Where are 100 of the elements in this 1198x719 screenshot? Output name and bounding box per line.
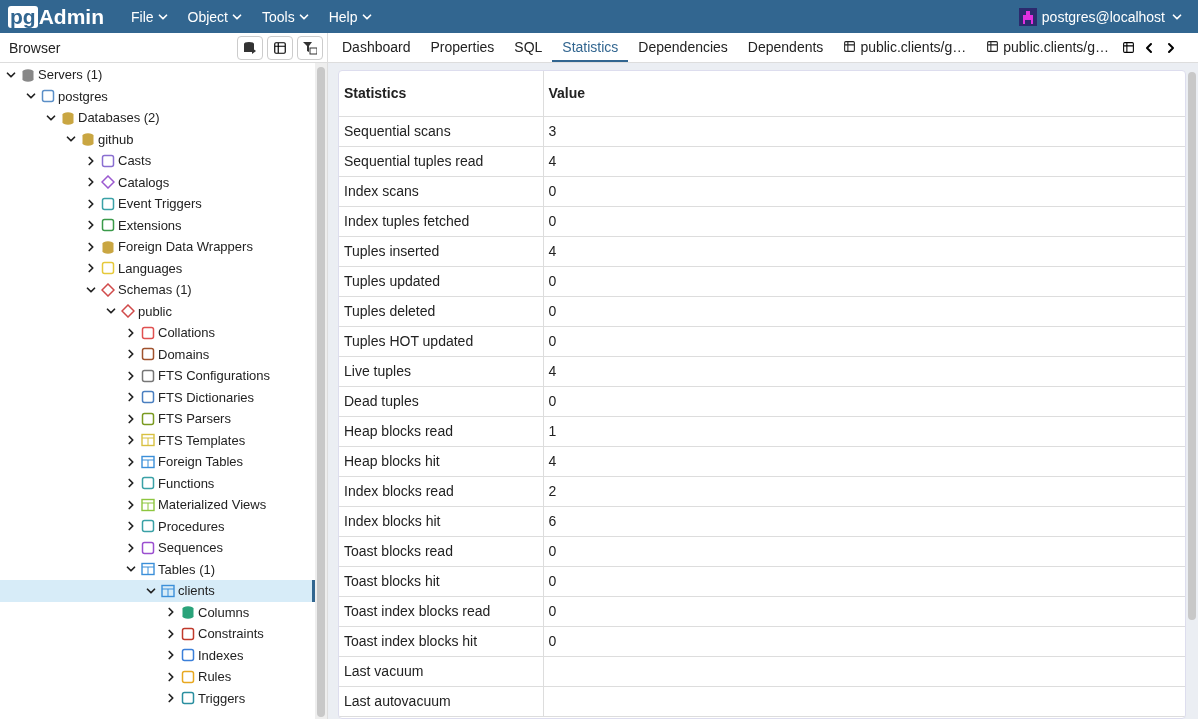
table-cell: 0 [543, 176, 1185, 206]
table-cell: Tuples updated [339, 266, 543, 296]
tab[interactable]: Dependents [737, 33, 834, 62]
table-icon [273, 40, 287, 55]
query-tool-button[interactable] [237, 35, 263, 60]
table-cell: 0 [543, 536, 1185, 566]
table-cell: Last vacuum [339, 656, 543, 686]
table-cell: Index tuples fetched [339, 206, 543, 236]
table-icon [161, 583, 175, 598]
database-icon [61, 110, 75, 125]
table-cell: Toast blocks hit [339, 566, 543, 596]
tab[interactable]: SQL [504, 33, 553, 62]
table-cell: Sequential tuples read [339, 146, 543, 176]
table-cell: Toast index blocks hit [339, 626, 543, 656]
tree-item[interactable]: Event Triggers [0, 193, 315, 215]
filter-icon [303, 40, 317, 55]
servers-icon [21, 67, 35, 82]
table-cell: 0 [543, 566, 1185, 596]
schema-icon [121, 304, 135, 319]
table-cell: Live tuples [339, 356, 543, 386]
tree-item[interactable]: Collations [0, 322, 315, 344]
tree-item[interactable]: Servers (1) [0, 64, 315, 86]
table-cell: 0 [543, 596, 1185, 626]
column-header: Value [543, 71, 1185, 116]
database-icon [101, 239, 115, 254]
tab[interactable]: public.clients/g… [833, 33, 977, 62]
tab[interactable]: Properties [420, 33, 505, 62]
panel-title: Browser [9, 39, 61, 56]
tab[interactable]: public.clients/g… [976, 33, 1120, 62]
tree-item[interactable]: postgres [0, 85, 315, 107]
tree-item[interactable]: clients [0, 580, 315, 602]
table-cell: Tuples deleted [339, 296, 543, 326]
table-cell: Index blocks hit [339, 506, 543, 536]
tab[interactable]: Statistics [552, 33, 629, 62]
tree-item[interactable]: public [0, 300, 315, 322]
tree-item[interactable]: Indexes [0, 644, 315, 666]
tree-item[interactable]: Rules [0, 666, 315, 688]
tree-item[interactable]: Materialized Views [0, 494, 315, 516]
filter-button[interactable] [297, 35, 323, 60]
tree-item[interactable]: Databases (2) [0, 107, 315, 129]
menu-item[interactable]: Help [319, 8, 383, 25]
tree-item[interactable]: Foreign Tables [0, 451, 315, 473]
tree-item[interactable]: FTS Templates [0, 429, 315, 451]
tab[interactable]: Dependencies [628, 33, 738, 62]
tree-item[interactable]: FTS Dictionaries [0, 386, 315, 408]
database-play-icon [243, 40, 257, 55]
table-cell: 4 [543, 236, 1185, 266]
table-cell: 0 [543, 386, 1185, 416]
table-cell: 1 [543, 416, 1185, 446]
table-icon [141, 454, 155, 469]
table-cell: 2 [543, 476, 1185, 506]
table-cell: Heap blocks read [339, 416, 543, 446]
tree-item[interactable]: FTS Configurations [0, 365, 315, 387]
tree-item[interactable]: Tables (1) [0, 558, 315, 580]
menu-item[interactable]: File [122, 8, 179, 25]
app-logo: pg Admin [8, 4, 104, 29]
table-cell: 6 [543, 506, 1185, 536]
tree-item[interactable]: Extensions [0, 214, 315, 236]
table-cell: Sequential scans [339, 116, 543, 146]
tree-item[interactable]: Procedures [0, 515, 315, 537]
catalog-icon [101, 175, 115, 190]
tree-item[interactable]: FTS Parsers [0, 408, 315, 430]
table-cell: Toast index blocks read [339, 596, 543, 626]
table-cell: 0 [543, 206, 1185, 236]
table-cell: 0 [543, 266, 1185, 296]
table-icon [986, 40, 1000, 53]
tree-item[interactable]: Casts [0, 150, 315, 172]
table-icon [1122, 41, 1136, 54]
table-cell: Tuples HOT updated [339, 326, 543, 356]
table-icon [843, 40, 857, 53]
table-cell: 4 [543, 146, 1185, 176]
table-cell: Tuples inserted [339, 236, 543, 266]
tree-item[interactable]: Constraints [0, 623, 315, 645]
menu-item[interactable]: Tools [253, 8, 320, 25]
table-cell: Heap blocks hit [339, 446, 543, 476]
tree-item[interactable]: Schemas (1) [0, 279, 315, 301]
tree-item[interactable]: Foreign Data Wrappers [0, 236, 315, 258]
column-icon [181, 605, 195, 620]
table-cell: Last autovacuum [339, 686, 543, 716]
table-cell: Index blocks read [339, 476, 543, 506]
menu-item[interactable]: Object [178, 8, 253, 25]
tree-item[interactable]: Domains [0, 343, 315, 365]
view-data-button[interactable] [267, 35, 293, 60]
tree-item[interactable]: Triggers [0, 687, 315, 709]
tree-item[interactable]: Languages [0, 257, 315, 279]
table-cell: 4 [543, 446, 1185, 476]
table-cell: Toast blocks read [339, 536, 543, 566]
scrollbar-thumb[interactable] [317, 67, 325, 717]
database-icon [81, 132, 95, 147]
tree-item[interactable]: github [0, 128, 315, 150]
tree-item[interactable]: Functions [0, 472, 315, 494]
tree-item[interactable]: Sequences [0, 537, 315, 559]
scrollbar-thumb[interactable] [1188, 72, 1196, 620]
schemas-icon [101, 282, 115, 297]
table-cell: 4 [543, 356, 1185, 386]
tab[interactable]: Dashboard [332, 33, 421, 62]
tree-item[interactable]: Catalogs [0, 171, 315, 193]
table-cell: Dead tuples [339, 386, 543, 416]
user-menu[interactable]: postgres@localhost [1012, 6, 1190, 27]
tree-item[interactable]: Columns [0, 601, 315, 623]
